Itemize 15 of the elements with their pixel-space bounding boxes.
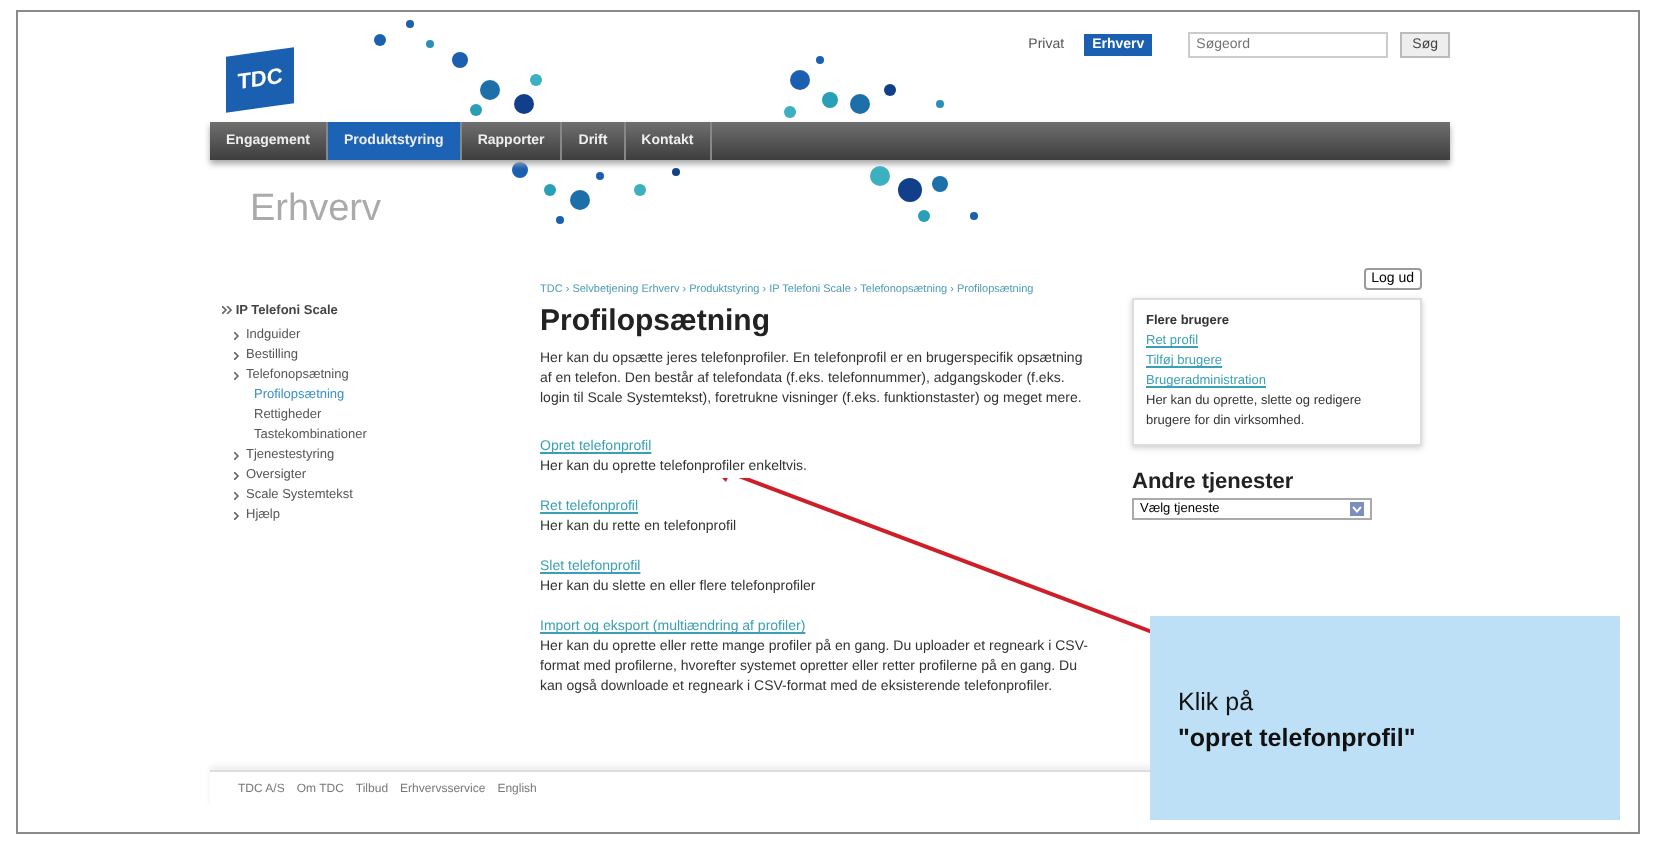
chevron-icon: [234, 372, 240, 380]
chevron-icon: [234, 472, 240, 480]
chevron-icon: [234, 352, 240, 360]
dropdown-icon: [1350, 502, 1364, 516]
double-chevron-icon: [222, 306, 232, 314]
chevron-icon: [234, 492, 240, 500]
section-title: Erhverv: [250, 188, 381, 234]
chevron-icon: [234, 512, 240, 520]
logo[interactable]: TDC: [226, 47, 294, 113]
chevron-icon: [234, 452, 240, 460]
chevron-icon: [234, 332, 240, 340]
callout-emphasis: "opret telefonprofil": [1178, 722, 1418, 756]
callout-text: Klik på: [1178, 686, 1256, 720]
page-title: Profilopsætning: [540, 304, 772, 340]
services-heading: Andre tjenester: [1132, 470, 1296, 494]
